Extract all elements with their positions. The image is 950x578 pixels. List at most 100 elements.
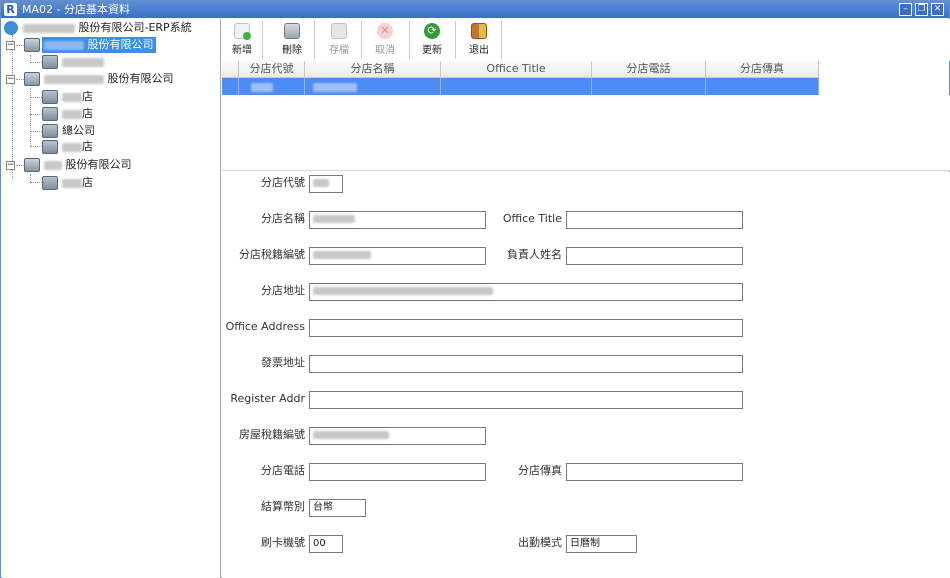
attendance-mode-label: 出勤模式: [518, 536, 562, 549]
redacted-text: [44, 160, 62, 170]
redacted-text: [62, 178, 82, 188]
tree-branch-label: 店: [82, 90, 93, 103]
branch-name-label: 分店名稱: [261, 212, 305, 225]
company-server-icon: [24, 72, 40, 86]
attendance-mode-field[interactable]: 日曆制: [566, 535, 637, 553]
trash-icon: [284, 23, 300, 39]
redacted-text: [44, 40, 84, 50]
collapse-icon[interactable]: −: [6, 75, 15, 84]
house-tax-id-label: 房屋稅籍編號: [239, 428, 305, 441]
redacted-text: [62, 142, 82, 152]
tree-root-label: 股份有限公司-ERP系統: [78, 21, 192, 34]
branch-phone-label: 分店電話: [261, 464, 305, 477]
branch-grid-body[interactable]: [222, 95, 950, 171]
card-machine-label: 刷卡機號: [261, 536, 305, 549]
restore-icon[interactable]: ❐: [915, 3, 928, 16]
branch-server-icon: [42, 124, 58, 138]
table-cell[interactable]: [305, 78, 441, 95]
currency-field[interactable]: 台幣: [309, 499, 366, 517]
add-button-label: 新增: [232, 45, 252, 56]
toolbar: 新增 刪除 存檔 ✕ 取消 ⟳ 更新 退出: [222, 19, 950, 61]
cancel-icon: ✕: [377, 23, 393, 39]
tax-id-label: 分店稅籍編號: [239, 248, 305, 261]
tree-company-label: 股份有限公司: [107, 72, 174, 85]
minimize-icon[interactable]: –: [899, 3, 912, 16]
column-header[interactable]: 分店名稱: [305, 61, 441, 78]
column-header[interactable]: 分店電話: [592, 61, 706, 78]
manager-name-field[interactable]: [566, 247, 743, 265]
app-window: R MA02 - 分店基本資料 – ❐ ✕ 股份有限公司-ERP系統 − 股份有…: [0, 0, 950, 578]
branch-phone-field[interactable]: [309, 463, 486, 481]
invoice-address-label: 發票地址: [261, 356, 305, 369]
close-icon[interactable]: ✕: [931, 3, 944, 16]
delete-button[interactable]: 刪除: [274, 21, 310, 59]
table-cell[interactable]: [706, 78, 819, 95]
save-button[interactable]: 存檔: [321, 21, 357, 59]
update-button[interactable]: ⟳ 更新: [414, 21, 450, 59]
branch-server-icon: [42, 90, 58, 104]
save-icon: [331, 23, 347, 39]
invoice-address-field[interactable]: [309, 355, 743, 373]
branch-name-field[interactable]: [309, 211, 486, 229]
table-cell[interactable]: [592, 78, 706, 95]
collapse-icon[interactable]: −: [6, 41, 15, 50]
office-title-field[interactable]: [566, 211, 743, 229]
save-button-label: 存檔: [329, 45, 349, 56]
manager-name-label: 負責人姓名: [507, 248, 562, 261]
branch-address-label: 分店地址: [261, 284, 305, 297]
table-cell[interactable]: [441, 78, 592, 95]
branch-fax-label: 分店傳真: [518, 464, 562, 477]
organization-icon: [4, 21, 18, 35]
card-machine-field[interactable]: 00: [309, 535, 343, 553]
redacted-text: [62, 109, 82, 119]
refresh-icon: ⟳: [424, 23, 440, 39]
cancel-button[interactable]: ✕ 取消: [367, 21, 403, 59]
tree-branch-label: 總公司: [62, 124, 95, 137]
redacted-text: [62, 92, 82, 102]
branch-code-field[interactable]: [309, 175, 343, 193]
row-indicator-header: [222, 61, 239, 78]
register-addr-label: Register Addr: [230, 392, 305, 405]
tree-branch-label: 店: [82, 176, 93, 189]
tree-company-label: 股份有限公司: [65, 158, 132, 171]
add-button[interactable]: 新增: [224, 21, 260, 59]
exit-button[interactable]: 退出: [461, 21, 497, 59]
tax-id-field[interactable]: [309, 247, 486, 265]
title-bar[interactable]: R MA02 - 分店基本資料 – ❐ ✕: [1, 1, 949, 18]
window-title: MA02 - 分店基本資料: [22, 3, 130, 16]
column-header[interactable]: 分店傳真: [706, 61, 819, 78]
tree-company-label: 股份有限公司: [87, 38, 154, 51]
branch-fax-field[interactable]: [566, 463, 743, 481]
exit-door-icon: [471, 23, 487, 39]
branch-server-icon: [42, 55, 58, 69]
company-tree[interactable]: 股份有限公司-ERP系統 − 股份有限公司 − 股份有限公司 店 店 總公司 店…: [2, 19, 221, 578]
redacted-text: [44, 74, 104, 84]
house-tax-id-field[interactable]: [309, 427, 486, 445]
company-server-icon: [24, 158, 40, 172]
tree-branch-label: 店: [82, 140, 93, 153]
branch-server-icon: [42, 176, 58, 190]
tree-branch-label: 店: [82, 107, 93, 120]
column-header[interactable]: Office Title: [441, 61, 592, 78]
currency-label: 結算幣別: [261, 500, 305, 513]
register-addr-field[interactable]: [309, 391, 743, 409]
branch-code-label: 分店代號: [261, 176, 305, 189]
cancel-button-label: 取消: [375, 45, 395, 56]
column-header[interactable]: 分店代號: [239, 61, 305, 78]
branch-address-field[interactable]: [309, 283, 743, 301]
branch-server-icon: [42, 107, 58, 121]
table-cell[interactable]: [239, 78, 305, 95]
add-document-icon: [234, 23, 251, 40]
branch-server-icon: [42, 140, 58, 154]
company-server-icon: [24, 38, 40, 52]
redacted-text: [23, 23, 75, 33]
office-address-field[interactable]: [309, 319, 743, 337]
office-title-label: Office Title: [502, 212, 562, 225]
update-button-label: 更新: [422, 45, 442, 56]
delete-button-label: 刪除: [282, 45, 302, 56]
office-address-label: Office Address: [225, 320, 305, 333]
row-indicator: [222, 78, 239, 95]
collapse-icon[interactable]: −: [6, 161, 15, 170]
branch-detail-form: 分店代號 分店名稱 Office Title 分店稅籍編號 負責人姓名 分店地址…: [222, 172, 950, 578]
app-logo-icon: R: [4, 3, 17, 16]
